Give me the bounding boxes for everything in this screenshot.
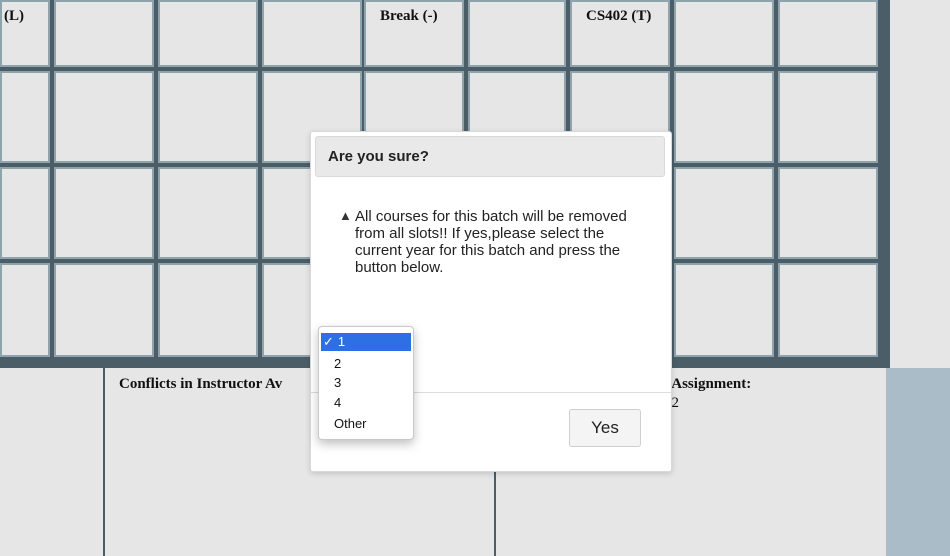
timetable-cell[interactable]: Break (-) [364,0,464,67]
timetable-cell[interactable] [158,71,258,163]
dialog-title: Are you sure? [328,148,429,165]
year-option-label: 3 [334,375,342,390]
year-option-label: 2 [334,356,342,371]
timetable-cell[interactable] [158,167,258,259]
timetable-cell[interactable] [0,71,50,163]
yes-button[interactable]: Yes [569,409,641,447]
timetable-cell[interactable] [54,0,154,67]
timetable-cell[interactable] [778,0,878,67]
timetable-cell[interactable] [0,263,50,357]
year-option[interactable]: 4 [321,394,411,412]
timetable-cell[interactable]: CS402 (T) [570,0,670,67]
timetable-cell[interactable] [674,263,774,357]
dialog-message: All courses for this batch will be remov… [335,208,655,276]
timetable-cell[interactable]: (L) [0,0,50,67]
cell-label: (L) [4,8,24,24]
timetable-cell[interactable] [54,167,154,259]
timetable-cell[interactable] [468,0,566,67]
year-option[interactable]: ✓ 1 [321,333,411,351]
timetable-cell[interactable] [674,0,774,67]
year-option[interactable]: 2 [321,355,411,373]
dialog-header: Are you sure? [315,136,665,177]
checkmark-icon: ✓ [323,334,334,349]
timetable-cell[interactable] [674,167,774,259]
timetable-cell[interactable] [158,263,258,357]
year-option[interactable]: Other [321,415,411,433]
year-select-dropdown[interactable]: ✓ 1 2 3 4 Other [318,326,414,440]
cell-label: CS402 (T) [586,8,652,24]
dialog-message-text: All courses for this batch will be remov… [355,208,627,276]
assignment-title: n Assignment: [660,376,752,392]
timetable-cell[interactable] [158,0,258,67]
timetable-cell[interactable] [674,71,774,163]
timetable-cell[interactable] [778,167,878,259]
timetable-cell[interactable] [54,263,154,357]
timetable-cell[interactable] [262,0,362,67]
timetable-cell[interactable] [0,167,50,259]
right-margin [890,0,950,368]
conflicts-title: Conflicts in Instructor Av [119,376,283,392]
timetable-cell[interactable] [54,71,154,163]
timetable-cell[interactable] [778,263,878,357]
cell-label: Break (-) [380,8,438,24]
year-option-label: 1 [337,334,346,349]
year-option-label: Other [334,416,367,431]
year-option[interactable]: 3 [321,374,411,392]
left-panel [0,368,105,556]
year-option-label: 4 [334,395,342,410]
timetable-cell[interactable] [778,71,878,163]
side-panel [886,368,950,556]
